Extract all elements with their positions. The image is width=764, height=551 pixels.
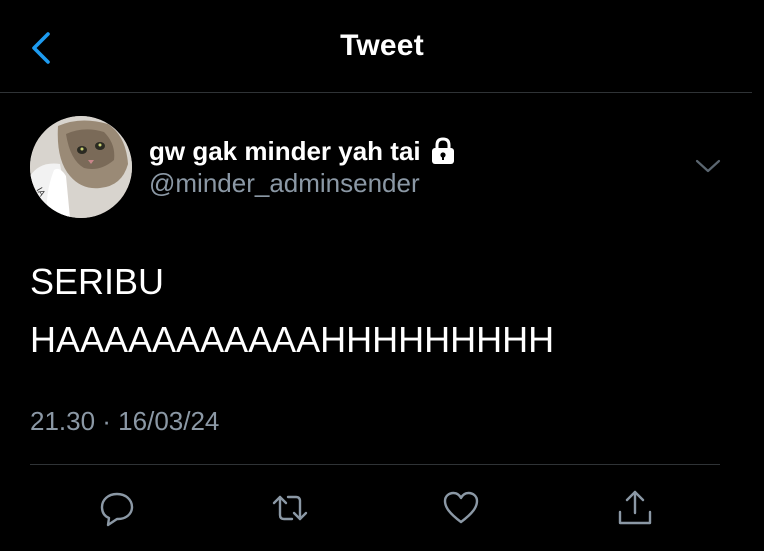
share-button[interactable] [613,486,657,530]
avatar[interactable]: IA [30,116,132,218]
retweet-button[interactable] [268,486,312,530]
tweet-text: SERIBU HAAAAAAAAAAAHHHHHHHHH [30,253,554,369]
tweet-text-line: SERIBU [30,261,165,302]
reply-button[interactable] [95,486,139,530]
author-handle[interactable]: @minder_adminsender [149,168,420,199]
like-button[interactable] [439,486,483,530]
cat-photo-avatar: IA [30,116,132,218]
chevron-down-icon [695,159,721,173]
tweet-menu-button[interactable] [694,154,722,178]
top-bar: Tweet [0,0,764,93]
header-divider [0,92,752,93]
heart-icon [443,491,479,524]
tweet-actions [0,486,764,530]
tweet-timestamp[interactable]: 21.30 · 16/03/24 [30,406,219,437]
author-name-row: gw gak minder yah tai [149,134,456,168]
tweet-text-line: HAAAAAAAAAAAHHHHHHHHH [30,319,555,360]
page-title: Tweet [340,29,424,62]
share-icon [618,490,652,525]
author-display-name[interactable]: gw gak minder yah tai [149,136,421,167]
retweet-icon [272,495,308,521]
reply-bubble-icon [100,492,134,527]
lock-icon [430,137,456,165]
actions-divider [30,464,720,465]
